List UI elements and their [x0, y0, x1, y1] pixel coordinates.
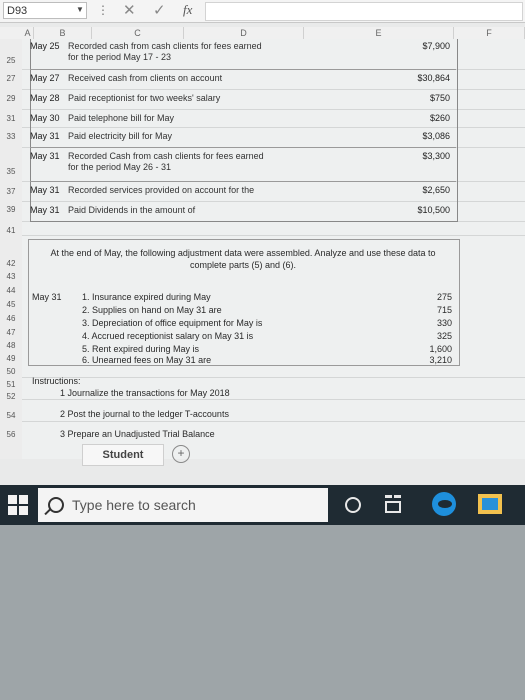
adjustment-amount: 330	[436, 318, 452, 328]
row-headers: 25 27 29 31 33 35 37 39 41 42 43 44 45 4…	[0, 39, 23, 459]
row-number[interactable]: 51	[0, 380, 22, 389]
row-number[interactable]: 43	[0, 272, 22, 281]
column-header-a[interactable]: A	[22, 27, 34, 39]
task-view-icon[interactable]	[385, 495, 401, 513]
column-header-b[interactable]: B	[34, 27, 92, 39]
adjustment-amount: 3,210	[429, 355, 452, 365]
excel-window: D93 ▼ ⋮ ✕ ✓ fx A B C D E F 25 27 29 31 3…	[0, 0, 525, 525]
transaction-date: May 31	[30, 185, 60, 195]
monitor-bezel	[0, 525, 525, 700]
adjustment-amount: 1,600	[429, 344, 452, 354]
adjustment-item: 1. Insurance expired during May	[82, 292, 211, 302]
adjustment-amount: 275	[436, 292, 452, 302]
column-header-d[interactable]: D	[184, 27, 304, 39]
instruction-item: 3 Prepare an Unadjusted Trial Balance	[60, 429, 215, 439]
windows-taskbar: Type here to search	[0, 485, 525, 525]
row-number[interactable]: 56	[0, 430, 22, 439]
windows-start-icon[interactable]	[8, 495, 28, 515]
cancel-icon[interactable]: ✕	[123, 1, 136, 19]
row-number[interactable]: 35	[0, 167, 22, 176]
name-box[interactable]: D93	[3, 2, 87, 19]
row-number[interactable]: 50	[0, 367, 22, 376]
transaction-date: May 31	[30, 205, 60, 215]
transaction-amount: $3,300	[422, 151, 450, 161]
row-number[interactable]: 52	[0, 392, 22, 401]
adjustment-item: 4. Accrued receptionist salary on May 31…	[82, 331, 254, 341]
transaction-amount: $260	[429, 113, 450, 123]
transaction-date: May 31	[30, 151, 60, 161]
column-header-f[interactable]: F	[454, 27, 525, 39]
adjustment-item: 5. Rent expired during May is	[82, 344, 200, 354]
cortana-icon[interactable]	[345, 497, 361, 513]
insert-function-icon[interactable]: fx	[183, 2, 192, 18]
adjustment-amount: 325	[436, 331, 452, 341]
transaction-date: May 25	[30, 41, 60, 51]
transaction-description: Paid telephone bill for May	[68, 113, 175, 123]
search-icon	[48, 497, 64, 513]
formula-input[interactable]	[205, 2, 523, 21]
worksheet-grid[interactable]: May 25 Recorded cash from cash clients f…	[22, 39, 525, 466]
instruction-item: 2 Post the journal to the ledger T-accou…	[60, 409, 229, 419]
add-sheet-icon[interactable]: +	[172, 445, 190, 463]
adjustment-date: May 31	[32, 292, 62, 302]
row-number[interactable]: 46	[0, 314, 22, 323]
row-number[interactable]: 44	[0, 286, 22, 295]
row-number[interactable]: 54	[0, 411, 22, 420]
row-number[interactable]: 41	[0, 226, 22, 235]
transaction-description: Received cash from clients on account	[68, 73, 223, 83]
more-options-icon[interactable]: ⋮	[97, 3, 109, 17]
row-number[interactable]: 31	[0, 114, 22, 123]
adjustment-item: 2. Supplies on hand on May 31 are	[82, 305, 222, 315]
transaction-amount: $2,650	[422, 185, 450, 195]
edge-browser-icon[interactable]	[432, 492, 456, 516]
file-explorer-icon[interactable]	[478, 494, 502, 514]
row-number[interactable]: 29	[0, 94, 22, 103]
row-number[interactable]: 47	[0, 328, 22, 337]
transaction-date: May 30	[30, 113, 60, 123]
transaction-description: Recorded Cash from cash clients for fees…	[68, 151, 264, 172]
transaction-description: Paid electricity bill for May	[68, 131, 173, 141]
transaction-amount: $7,900	[422, 41, 450, 51]
enter-icon[interactable]: ✓	[153, 1, 166, 19]
row-number[interactable]: 25	[0, 56, 22, 65]
search-placeholder: Type here to search	[72, 497, 196, 513]
transaction-date: May 31	[30, 131, 60, 141]
row-number[interactable]: 48	[0, 341, 22, 350]
transaction-description: Paid receptionist for two weeks' salary	[68, 93, 221, 103]
chevron-down-icon[interactable]: ▼	[76, 5, 84, 14]
row-number[interactable]: 49	[0, 354, 22, 363]
transaction-amount: $3,086	[422, 131, 450, 141]
transaction-description: Paid Dividends in the amount of	[68, 205, 196, 215]
formula-bar: D93 ▼ ⋮ ✕ ✓ fx	[0, 0, 525, 23]
column-header-e[interactable]: E	[304, 27, 454, 39]
cell-reference: D93	[7, 5, 28, 17]
row-number[interactable]: 45	[0, 300, 22, 309]
adjustment-item: 3. Depreciation of office equipment for …	[82, 318, 263, 328]
transaction-description: Recorded cash from cash clients for fees…	[68, 41, 262, 62]
row-number[interactable]: 39	[0, 205, 22, 214]
row-number[interactable]: 42	[0, 259, 22, 268]
transaction-date: May 28	[30, 93, 60, 103]
row-number[interactable]: 37	[0, 187, 22, 196]
transaction-description: Recorded services provided on account fo…	[68, 185, 255, 195]
column-header-c[interactable]: C	[92, 27, 184, 39]
adjustment-amount: 715	[436, 305, 452, 315]
row-number[interactable]: 27	[0, 74, 22, 83]
transaction-date: May 27	[30, 73, 60, 83]
taskbar-search-box[interactable]: Type here to search	[38, 488, 328, 522]
instructions-title: Instructions:	[32, 376, 81, 386]
transaction-amount: $750	[429, 93, 450, 103]
adjustment-intro: At the end of May, the following adjustm…	[50, 248, 436, 270]
instruction-item: 1 Journalize the transactions for May 20…	[60, 388, 230, 398]
row-number[interactable]: 33	[0, 132, 22, 141]
transaction-amount: $30,864	[417, 73, 450, 83]
transaction-amount: $10,500	[417, 205, 450, 215]
sheet-tab-student[interactable]: Student	[82, 444, 164, 466]
adjustment-item: 6. Unearned fees on May 31 are	[82, 355, 212, 365]
